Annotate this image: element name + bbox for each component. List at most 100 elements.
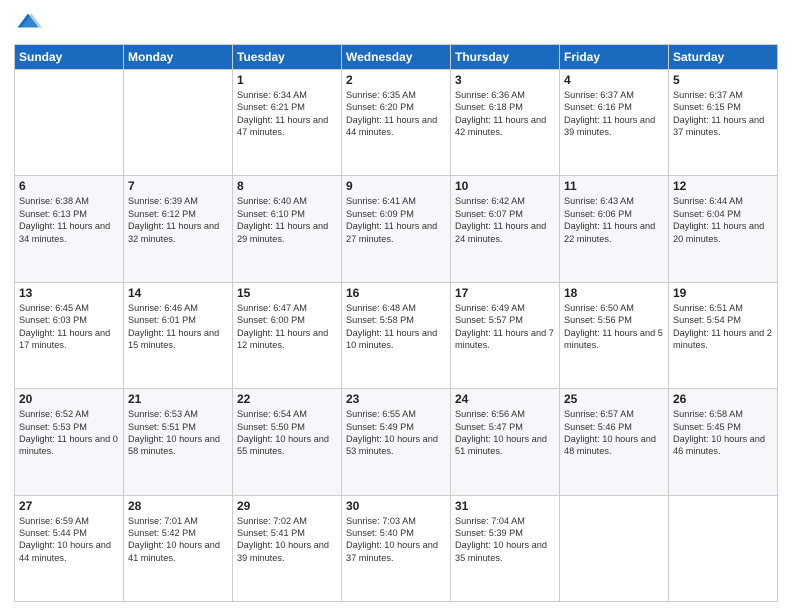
cell-info: Sunrise: 6:45 AMSunset: 6:03 PMDaylight:… <box>19 303 110 350</box>
calendar-cell: 9 Sunrise: 6:41 AMSunset: 6:09 PMDaylight… <box>342 176 451 282</box>
calendar-cell: 30Sunrise: 7:03 AMSunset: 5:40 PMDayligh… <box>342 495 451 601</box>
cell-info: Sunrise: 6:38 AMSunset: 6:13 PMDaylight:… <box>19 196 110 243</box>
day-number: 14 <box>128 286 228 300</box>
week-row-5: 27 Sunrise: 6:59 AMSunset: 5:44 PMDayligh… <box>15 495 778 601</box>
cell-info: Sunrise: 6:47 AMSunset: 6:00 PMDaylight:… <box>237 303 328 350</box>
day-number: 1 <box>237 73 337 87</box>
calendar-cell: 1 Sunrise: 6:34 AMSunset: 6:21 PMDaylight… <box>233 70 342 176</box>
cell-info: Sunrise: 6:41 AMSunset: 6:09 PMDaylight:… <box>346 196 437 243</box>
calendar-cell: 27 Sunrise: 6:59 AMSunset: 5:44 PMDayligh… <box>15 495 124 601</box>
calendar-cell: 11 Sunrise: 6:43 AMSunset: 6:06 PMDayligh… <box>560 176 669 282</box>
cell-info: Sunrise: 6:57 AMSunset: 5:46 PMDaylight:… <box>564 409 656 456</box>
calendar-page: SundayMondayTuesdayWednesdayThursdayFrid… <box>0 0 792 612</box>
cell-info: Sunrise: 6:35 AMSunset: 6:20 PMDaylight:… <box>346 90 437 137</box>
week-row-4: 20 Sunrise: 6:52 AMSunset: 5:53 PMDayligh… <box>15 389 778 495</box>
cell-info: Sunrise: 6:42 AMSunset: 6:07 PMDaylight:… <box>455 196 546 243</box>
cell-info: Sunrise: 6:37 AMSunset: 6:16 PMDaylight:… <box>564 90 655 137</box>
cell-info: Sunrise: 6:36 AMSunset: 6:18 PMDaylight:… <box>455 90 546 137</box>
weekday-header-sunday: Sunday <box>15 45 124 70</box>
calendar-cell: 26 Sunrise: 6:58 AMSunset: 5:45 PMDayligh… <box>669 389 778 495</box>
cell-info: Sunrise: 6:51 AMSunset: 5:54 PMDaylight:… <box>673 303 772 350</box>
cell-info: Sunrise: 6:46 AMSunset: 6:01 PMDaylight:… <box>128 303 219 350</box>
calendar-cell: 29 Sunrise: 7:02 AMSunset: 5:41 PMDayligh… <box>233 495 342 601</box>
day-number: 22 <box>237 392 337 406</box>
week-row-3: 13 Sunrise: 6:45 AMSunset: 6:03 PMDayligh… <box>15 282 778 388</box>
day-number: 31 <box>455 499 555 513</box>
cell-info: Sunrise: 6:52 AMSunset: 5:53 PMDaylight:… <box>19 409 118 456</box>
day-number: 25 <box>564 392 664 406</box>
cell-info: Sunrise: 6:49 AMSunset: 5:57 PMDaylight:… <box>455 303 554 350</box>
calendar-cell: 23Sunrise: 6:55 AMSunset: 5:49 PMDayligh… <box>342 389 451 495</box>
logo <box>14 10 46 38</box>
calendar-cell <box>15 70 124 176</box>
day-number: 11 <box>564 179 664 193</box>
cell-info: Sunrise: 6:58 AMSunset: 5:45 PMDaylight:… <box>673 409 765 456</box>
day-number: 19 <box>673 286 773 300</box>
cell-info: Sunrise: 6:37 AMSunset: 6:15 PMDaylight:… <box>673 90 764 137</box>
calendar-cell <box>124 70 233 176</box>
cell-info: Sunrise: 6:59 AMSunset: 5:44 PMDaylight:… <box>19 516 111 563</box>
calendar-cell: 4Sunrise: 6:37 AMSunset: 6:16 PMDaylight… <box>560 70 669 176</box>
cell-info: Sunrise: 6:56 AMSunset: 5:47 PMDaylight:… <box>455 409 547 456</box>
weekday-header-wednesday: Wednesday <box>342 45 451 70</box>
calendar-cell: 16Sunrise: 6:48 AMSunset: 5:58 PMDayligh… <box>342 282 451 388</box>
calendar-cell: 8Sunrise: 6:40 AMSunset: 6:10 PMDaylight… <box>233 176 342 282</box>
day-number: 10 <box>455 179 555 193</box>
cell-info: Sunrise: 6:53 AMSunset: 5:51 PMDaylight:… <box>128 409 220 456</box>
day-number: 24 <box>455 392 555 406</box>
calendar-cell: 14 Sunrise: 6:46 AMSunset: 6:01 PMDayligh… <box>124 282 233 388</box>
cell-info: Sunrise: 7:02 AMSunset: 5:41 PMDaylight:… <box>237 516 329 563</box>
weekday-header-saturday: Saturday <box>669 45 778 70</box>
calendar-cell <box>560 495 669 601</box>
day-number: 18 <box>564 286 664 300</box>
day-number: 7 <box>128 179 228 193</box>
calendar-cell: 20 Sunrise: 6:52 AMSunset: 5:53 PMDayligh… <box>15 389 124 495</box>
week-row-1: 1 Sunrise: 6:34 AMSunset: 6:21 PMDaylight… <box>15 70 778 176</box>
week-row-2: 6 Sunrise: 6:38 AMSunset: 6:13 PMDaylight… <box>15 176 778 282</box>
day-number: 27 <box>19 499 119 513</box>
calendar-cell: 22 Sunrise: 6:54 AMSunset: 5:50 PMDayligh… <box>233 389 342 495</box>
weekday-header-monday: Monday <box>124 45 233 70</box>
weekday-header-thursday: Thursday <box>451 45 560 70</box>
day-number: 17 <box>455 286 555 300</box>
day-number: 21 <box>128 392 228 406</box>
day-number: 9 <box>346 179 446 193</box>
calendar-cell: 12Sunrise: 6:44 AMSunset: 6:04 PMDayligh… <box>669 176 778 282</box>
calendar-cell: 18Sunrise: 6:50 AMSunset: 5:56 PMDayligh… <box>560 282 669 388</box>
calendar-cell: 19 Sunrise: 6:51 AMSunset: 5:54 PMDayligh… <box>669 282 778 388</box>
calendar-cell: 28Sunrise: 7:01 AMSunset: 5:42 PMDayligh… <box>124 495 233 601</box>
calendar-cell: 31 Sunrise: 7:04 AMSunset: 5:39 PMDayligh… <box>451 495 560 601</box>
weekday-header-friday: Friday <box>560 45 669 70</box>
cell-info: Sunrise: 6:34 AMSunset: 6:21 PMDaylight:… <box>237 90 328 137</box>
cell-info: Sunrise: 7:03 AMSunset: 5:40 PMDaylight:… <box>346 516 438 563</box>
calendar-cell: 24 Sunrise: 6:56 AMSunset: 5:47 PMDayligh… <box>451 389 560 495</box>
day-number: 12 <box>673 179 773 193</box>
calendar-cell: 15 Sunrise: 6:47 AMSunset: 6:00 PMDayligh… <box>233 282 342 388</box>
day-number: 29 <box>237 499 337 513</box>
cell-info: Sunrise: 6:40 AMSunset: 6:10 PMDaylight:… <box>237 196 328 243</box>
calendar-cell: 7 Sunrise: 6:39 AMSunset: 6:12 PMDaylight… <box>124 176 233 282</box>
day-number: 6 <box>19 179 119 193</box>
header <box>14 10 778 38</box>
calendar-table: SundayMondayTuesdayWednesdayThursdayFrid… <box>14 44 778 602</box>
day-number: 26 <box>673 392 773 406</box>
day-number: 23 <box>346 392 446 406</box>
cell-info: Sunrise: 6:39 AMSunset: 6:12 PMDaylight:… <box>128 196 219 243</box>
calendar-cell: 25 Sunrise: 6:57 AMSunset: 5:46 PMDayligh… <box>560 389 669 495</box>
calendar-cell: 5Sunrise: 6:37 AMSunset: 6:15 PMDaylight… <box>669 70 778 176</box>
calendar-cell: 17 Sunrise: 6:49 AMSunset: 5:57 PMDayligh… <box>451 282 560 388</box>
calendar-cell: 2Sunrise: 6:35 AMSunset: 6:20 PMDaylight… <box>342 70 451 176</box>
day-number: 3 <box>455 73 555 87</box>
calendar-cell: 3 Sunrise: 6:36 AMSunset: 6:18 PMDaylight… <box>451 70 560 176</box>
weekday-header-tuesday: Tuesday <box>233 45 342 70</box>
calendar-cell <box>669 495 778 601</box>
day-number: 13 <box>19 286 119 300</box>
cell-info: Sunrise: 7:04 AMSunset: 5:39 PMDaylight:… <box>455 516 547 563</box>
cell-info: Sunrise: 6:43 AMSunset: 6:06 PMDaylight:… <box>564 196 655 243</box>
day-number: 20 <box>19 392 119 406</box>
cell-info: Sunrise: 6:54 AMSunset: 5:50 PMDaylight:… <box>237 409 329 456</box>
cell-info: Sunrise: 6:48 AMSunset: 5:58 PMDaylight:… <box>346 303 437 350</box>
logo-icon <box>14 10 42 38</box>
day-number: 15 <box>237 286 337 300</box>
cell-info: Sunrise: 7:01 AMSunset: 5:42 PMDaylight:… <box>128 516 220 563</box>
